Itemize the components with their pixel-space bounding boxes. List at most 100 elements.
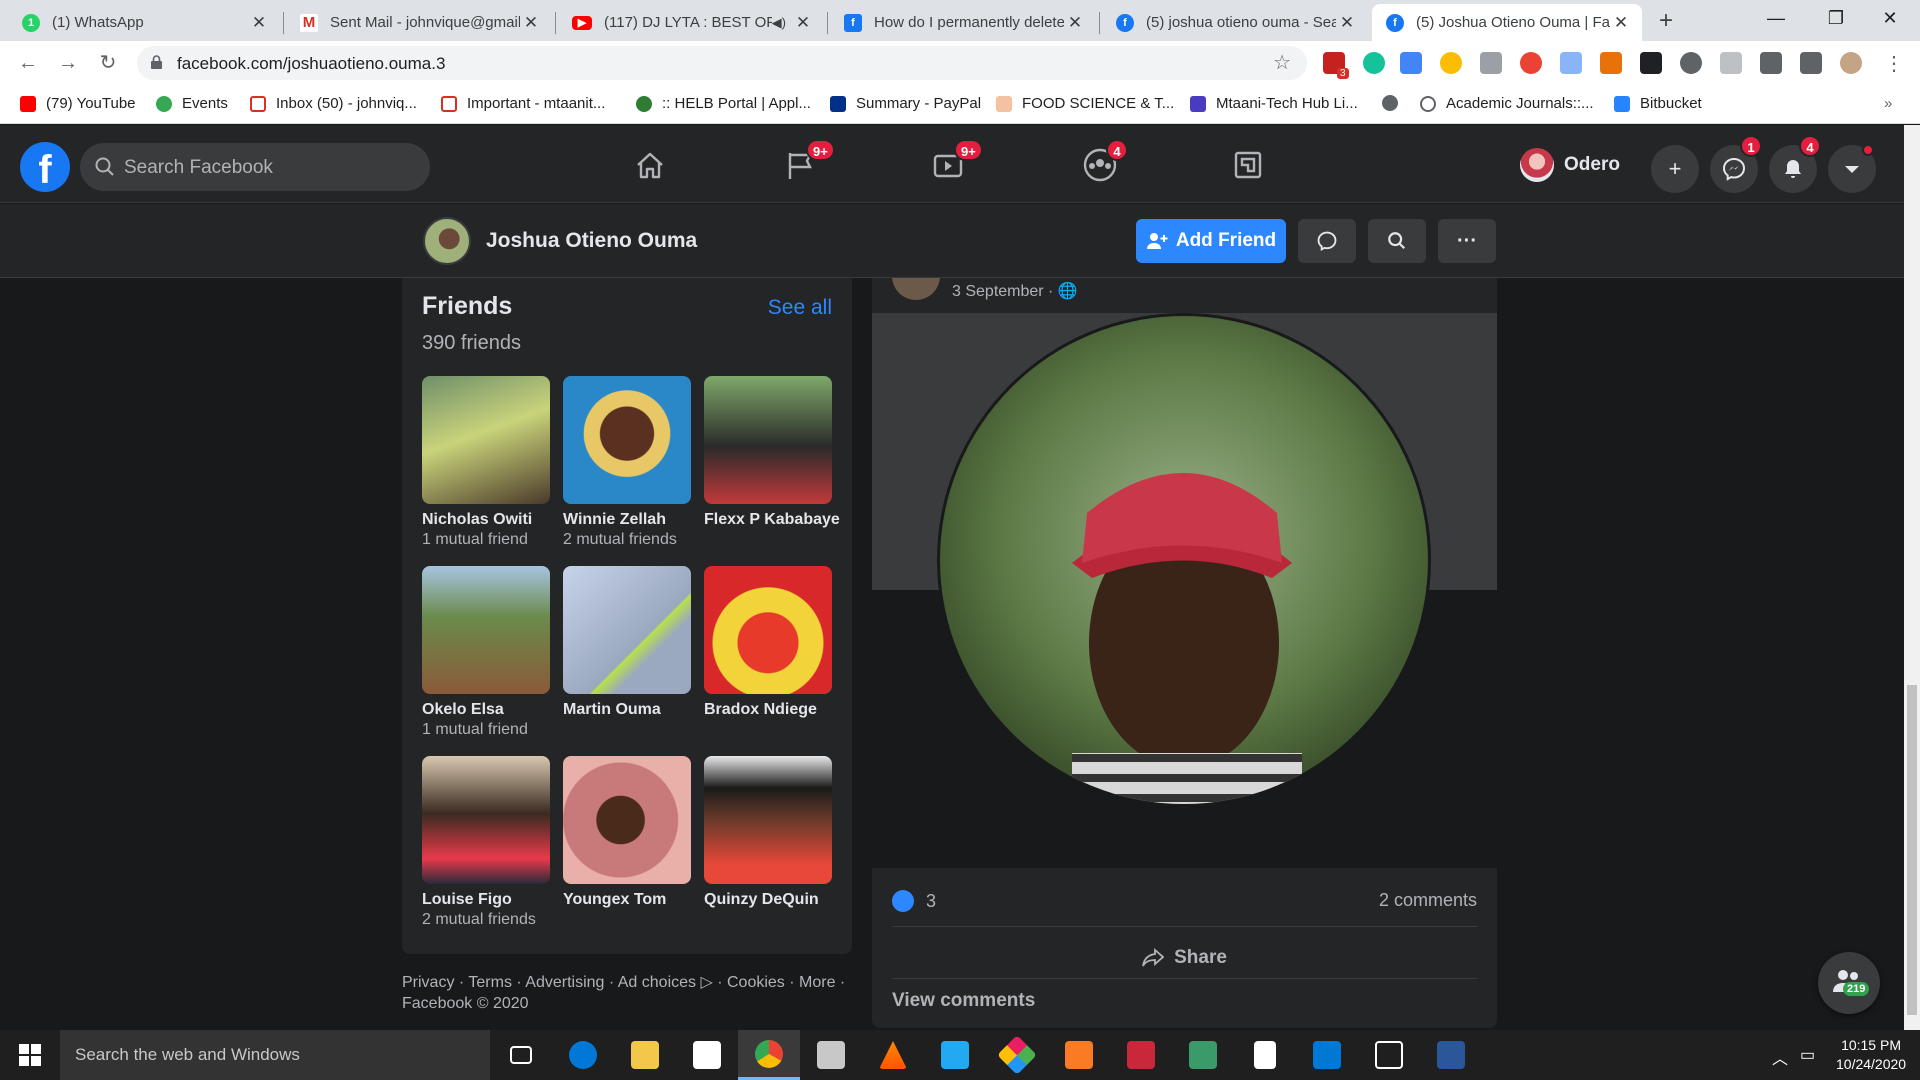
- taskbar-vscode[interactable]: [924, 1030, 986, 1080]
- taskbar-chrome[interactable]: [738, 1030, 800, 1080]
- puzzle-icon[interactable]: [1760, 52, 1782, 74]
- more-options-button[interactable]: ···: [1438, 219, 1496, 263]
- github-icon[interactable]: [1640, 52, 1662, 74]
- friend-tile[interactable]: Flexx P Kababaye: [704, 376, 840, 531]
- friend-photo[interactable]: [422, 566, 550, 694]
- tab-sent-mail[interactable]: M Sent Mail - johnvique@gmail ✕: [286, 4, 552, 41]
- taskbar-vlc[interactable]: [862, 1030, 924, 1080]
- profile-avatar[interactable]: [1840, 52, 1862, 74]
- share-button[interactable]: Share: [872, 938, 1497, 978]
- friend-name[interactable]: Youngex Tom: [563, 891, 691, 909]
- extension-icon[interactable]: [1400, 52, 1422, 74]
- start-button[interactable]: [0, 1030, 60, 1080]
- friend-name[interactable]: Flexx P Kababaye: [704, 511, 840, 529]
- close-icon[interactable]: ✕: [1336, 13, 1358, 33]
- tray-clock[interactable]: 10:15 PM 10/24/2020: [1836, 1036, 1906, 1074]
- taskbar-file-explorer[interactable]: [614, 1030, 676, 1080]
- scrollbar-thumb[interactable]: [1907, 685, 1917, 1015]
- taskbar-outlook[interactable]: [1296, 1030, 1358, 1080]
- extension-icon[interactable]: [1720, 52, 1742, 74]
- footer-line[interactable]: Privacy · Terms · Advertising · Ad choic…: [402, 972, 862, 993]
- comment-count[interactable]: 2 comments: [1379, 890, 1477, 911]
- extension-icon[interactable]: [1560, 52, 1582, 74]
- create-plus-button[interactable]: +: [1651, 145, 1699, 193]
- friend-name[interactable]: Winnie Zellah: [563, 511, 691, 529]
- task-view-button[interactable]: [490, 1030, 552, 1080]
- taskbar-app[interactable]: [986, 1030, 1048, 1080]
- close-icon[interactable]: ✕: [1610, 13, 1632, 33]
- user-profile-chip[interactable]: Odero: [1520, 143, 1620, 187]
- bookmark-academic-journals[interactable]: Academic Journals::...: [1420, 95, 1594, 112]
- minimize-button[interactable]: —: [1746, 0, 1806, 36]
- bookmark-globe[interactable]: [1382, 95, 1408, 111]
- friend-tile[interactable]: Nicholas Owiti 1 mutual friend: [422, 376, 550, 549]
- gaming-icon[interactable]: [1228, 145, 1268, 185]
- friend-name[interactable]: Nicholas Owiti: [422, 511, 550, 529]
- extension-icon[interactable]: [1440, 52, 1462, 74]
- grammarly-icon[interactable]: [1363, 52, 1385, 74]
- tab-youtube[interactable]: ▶ (117) DJ LYTA : BEST OF C ◀) ✕: [558, 4, 824, 41]
- page-scrollbar[interactable]: [1904, 125, 1920, 1030]
- tray-chevron-up-icon[interactable]: ︿: [1772, 1045, 1788, 1069]
- taskbar-xampp[interactable]: [1048, 1030, 1110, 1080]
- friend-tile[interactable]: Louise Figo 2 mutual friends: [422, 756, 550, 929]
- footer-links[interactable]: Privacy · Terms · Advertising · Ad choic…: [402, 972, 862, 1014]
- taskbar-store[interactable]: [676, 1030, 738, 1080]
- back-button[interactable]: ←: [14, 49, 42, 77]
- friend-tile[interactable]: Martin Ouma: [563, 566, 691, 721]
- bookmark-food-science[interactable]: FOOD SCIENCE & T...: [996, 95, 1174, 112]
- friend-photo[interactable]: [704, 376, 832, 504]
- bookmark-bitbucket[interactable]: Bitbucket: [1614, 95, 1702, 112]
- taskbar-connect[interactable]: [1358, 1030, 1420, 1080]
- taskbar-edge[interactable]: [552, 1030, 614, 1080]
- friend-name[interactable]: Quinzy DeQuin: [704, 891, 832, 909]
- home-icon[interactable]: [630, 145, 670, 185]
- friend-photo[interactable]: [422, 756, 550, 884]
- post-author-avatar[interactable]: [892, 278, 940, 300]
- profile-name[interactable]: Joshua Otieno Ouma: [486, 229, 697, 253]
- tab-facebook-profile[interactable]: f (5) Joshua Otieno Ouma | Fac ✕: [1372, 4, 1642, 41]
- bookmark-events[interactable]: Events: [156, 95, 228, 112]
- tab-whatsapp[interactable]: 1 (1) WhatsApp ✕: [8, 4, 280, 41]
- message-button[interactable]: [1298, 219, 1356, 263]
- close-icon[interactable]: ✕: [1064, 13, 1086, 33]
- friend-photo[interactable]: [704, 756, 832, 884]
- post-image[interactable]: [872, 313, 1497, 868]
- bookmark-inbox[interactable]: Inbox (50) - johnviq...: [250, 95, 417, 112]
- friend-tile[interactable]: Winnie Zellah 2 mutual friends: [563, 376, 691, 549]
- friend-photo[interactable]: [422, 376, 550, 504]
- friend-tile[interactable]: Bradox Ndiege: [704, 566, 832, 721]
- friend-name[interactable]: Bradox Ndiege: [704, 701, 832, 719]
- friend-photo[interactable]: [563, 376, 691, 504]
- friend-name[interactable]: Martin Ouma: [563, 701, 691, 719]
- post-reactions[interactable]: 3: [892, 890, 936, 912]
- media-icon[interactable]: [1800, 52, 1822, 74]
- bookmark-helb[interactable]: :: HELB Portal | Appl...: [636, 95, 811, 112]
- friend-photo[interactable]: [563, 756, 691, 884]
- speaker-icon[interactable]: ◀): [772, 15, 786, 31]
- bookmarks-overflow[interactable]: »: [1884, 95, 1892, 112]
- bookmark-paypal[interactable]: Summary - PayPal: [830, 95, 981, 112]
- tray-message-icon[interactable]: ▭: [1800, 1045, 1815, 1065]
- friend-tile[interactable]: Quinzy DeQuin: [704, 756, 832, 911]
- extension-icon[interactable]: [1600, 52, 1622, 74]
- bookmark-mtaani-tech[interactable]: Mtaani-Tech Hub Li...: [1190, 95, 1358, 112]
- taskbar-spss[interactable]: [1110, 1030, 1172, 1080]
- new-tab-button[interactable]: +: [1650, 6, 1682, 38]
- friend-name[interactable]: Louise Figo: [422, 891, 550, 909]
- add-friend-button[interactable]: Add Friend: [1136, 219, 1286, 263]
- bookmark-star-icon[interactable]: ☆: [1273, 50, 1291, 75]
- close-icon[interactable]: ✕: [792, 13, 814, 33]
- forward-button[interactable]: →: [54, 49, 82, 77]
- close-window-button[interactable]: ✕: [1860, 0, 1920, 36]
- friend-photo[interactable]: [563, 566, 691, 694]
- see-all-friends-link[interactable]: See all: [768, 296, 832, 320]
- taskbar-app[interactable]: [1172, 1030, 1234, 1080]
- menu-kebab-icon[interactable]: ⋮: [1884, 51, 1904, 76]
- reload-button[interactable]: ↻: [94, 49, 122, 77]
- bookmark-youtube[interactable]: (79) YouTube: [20, 95, 136, 112]
- facebook-logo[interactable]: f: [20, 142, 70, 192]
- download-icon[interactable]: [1680, 52, 1702, 74]
- friend-photo[interactable]: [704, 566, 832, 694]
- view-comments-link[interactable]: View comments: [892, 990, 1035, 1012]
